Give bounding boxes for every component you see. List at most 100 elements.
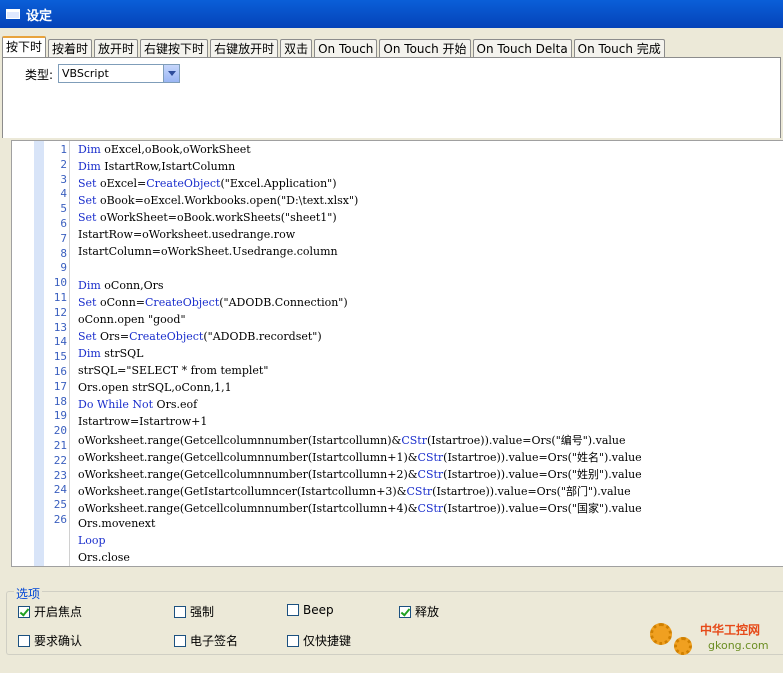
- tab-on-touch-complete[interactable]: On Touch 完成: [573, 39, 665, 57]
- code-line[interactable]: Set oBook=oExcel.Workbooks.open("D:\text…: [78, 194, 358, 207]
- editor-fold-margin: [34, 141, 44, 566]
- line-number: 26: [53, 513, 67, 526]
- watermark-site: gkong.com: [708, 639, 769, 652]
- code-line[interactable]: IstartColumn=oWorkSheet.Usedrange.column: [78, 245, 338, 258]
- code-line[interactable]: Set Ors=CreateObject("ADODB.recordset"): [78, 330, 322, 343]
- code-line[interactable]: Loop: [78, 534, 106, 547]
- tab-release[interactable]: 放开时: [94, 39, 139, 57]
- options-title: 选项: [14, 585, 43, 602]
- line-number: 18: [53, 394, 67, 408]
- checkbox-focus[interactable]: 开启焦点: [18, 603, 82, 620]
- checkbox-force[interactable]: 强制: [174, 603, 214, 620]
- type-select[interactable]: VBScript: [58, 64, 180, 83]
- line-number: 19: [53, 409, 67, 423]
- tab-panel: 类型: VBScript: [2, 57, 781, 138]
- checkbox-focus-box[interactable]: [18, 605, 30, 618]
- checkbox-force-box[interactable]: [174, 605, 186, 618]
- line-number: 1: [60, 143, 67, 156]
- tab-on-touch-delta[interactable]: On Touch Delta: [472, 39, 572, 57]
- line-number: 7: [60, 231, 67, 245]
- code-line[interactable]: Istartrow=Istartrow+1: [78, 415, 207, 428]
- checkbox-confirm[interactable]: 要求确认: [18, 632, 82, 649]
- line-number: 3: [60, 172, 67, 186]
- tab-hold[interactable]: 按着时: [48, 39, 93, 57]
- line-number: 20: [53, 424, 67, 438]
- checkbox-beep-box[interactable]: [287, 604, 299, 616]
- code-line[interactable]: Dim strSQL: [78, 347, 143, 360]
- code-line[interactable]: Ors.open strSQL,oConn,1,1: [78, 381, 232, 394]
- tab-on-touch-start[interactable]: On Touch 开始: [379, 39, 471, 57]
- line-number: 12: [53, 305, 67, 319]
- checkbox-force-label: 强制: [190, 605, 215, 619]
- code-line[interactable]: strSQL="SELECT * from templet": [78, 364, 268, 377]
- line-number: 24: [53, 483, 67, 497]
- checkbox-beep[interactable]: Beep: [287, 603, 334, 617]
- editor-margin: [12, 141, 34, 566]
- script-editor[interactable]: 1 Dim oExcel,oBook,oWorkSheet 2 Dim IstartR…: [11, 140, 783, 567]
- tab-right-release[interactable]: 右键放开时: [210, 39, 279, 57]
- line-number: 11: [53, 291, 67, 304]
- checkbox-esign[interactable]: 电子签名: [174, 632, 238, 649]
- code-line[interactable]: Ors.movenext: [78, 517, 155, 530]
- chevron-down-icon[interactable]: [163, 65, 179, 82]
- tab-right-press[interactable]: 右键按下时: [140, 39, 209, 57]
- line-number: 6: [60, 217, 67, 230]
- line-number: 15: [53, 350, 67, 364]
- checkbox-release[interactable]: 释放: [399, 603, 439, 620]
- line-number: 22: [53, 453, 67, 467]
- gear-icon: [650, 623, 672, 645]
- checkbox-beep-label: Beep: [303, 603, 334, 617]
- code-line[interactable]: Set oWorkSheet=oBook.workSheets("sheet1"…: [78, 211, 337, 224]
- code-line[interactable]: oWorksheet.range(Getcellcolumnnumber(Ist…: [78, 432, 625, 448]
- watermark-name: 中华工控网: [700, 623, 761, 637]
- type-select-value: VBScript: [62, 67, 109, 80]
- line-number: 4: [60, 187, 67, 201]
- code-line[interactable]: IstartRow=oWorksheet.usedrange.row: [78, 228, 295, 241]
- checkbox-shortcut-only-label: 仅快捷键: [303, 634, 352, 648]
- checkbox-esign-box[interactable]: [174, 634, 186, 647]
- line-number: 8: [60, 246, 67, 260]
- tab-on-touch[interactable]: On Touch: [314, 39, 378, 57]
- line-number: 17: [53, 379, 67, 393]
- code-line[interactable]: Set oExcel=CreateObject("Excel.Applicati…: [78, 177, 337, 190]
- code-line[interactable]: Do While Not Ors.eof: [78, 398, 197, 411]
- watermark-logo: 中华工控网 gkong.com: [648, 617, 783, 665]
- code-line[interactable]: oWorksheet.range(Getcellcolumnnumber(Ist…: [78, 466, 642, 482]
- window-icon: [6, 9, 20, 19]
- checkbox-confirm-box[interactable]: [18, 634, 30, 647]
- code-line[interactable]: Dim oExcel,oBook,oWorkSheet: [78, 143, 251, 156]
- tab-press[interactable]: 按下时: [2, 36, 47, 57]
- line-number: 16: [53, 365, 67, 378]
- window-title: 设定: [26, 8, 53, 24]
- line-number: 14: [53, 335, 67, 349]
- checkbox-release-label: 释放: [415, 605, 440, 619]
- line-number: 25: [53, 498, 67, 512]
- line-number: 5: [60, 202, 67, 216]
- code-line[interactable]: oConn.open "good": [78, 313, 186, 326]
- tab-double-click[interactable]: 双击: [280, 39, 313, 57]
- line-number: 10: [53, 276, 67, 290]
- type-label: 类型:: [25, 68, 54, 82]
- title-bar: 设定: [0, 0, 783, 28]
- code-line[interactable]: Ors.close: [78, 551, 130, 564]
- code-line[interactable]: oWorksheet.range(Getcellcolumnnumber(Ist…: [78, 449, 642, 465]
- editor-separator: [69, 141, 70, 566]
- code-line[interactable]: oWorksheet.range(Getcellcolumnnumber(Ist…: [78, 500, 642, 516]
- checkbox-release-box[interactable]: [399, 605, 411, 618]
- gear-small-icon: [674, 637, 692, 655]
- checkbox-esign-label: 电子签名: [190, 634, 239, 648]
- line-number: 2: [60, 157, 67, 171]
- line-number: 13: [53, 320, 67, 334]
- line-number: 9: [60, 261, 67, 275]
- code-line[interactable]: oWorksheet.range(GetIstartcollumncer(Ist…: [78, 483, 631, 499]
- checkbox-confirm-label: 要求确认: [34, 634, 83, 648]
- line-number: 21: [53, 439, 67, 452]
- code-line[interactable]: Dim IstartRow,IstartColumn: [78, 160, 235, 173]
- checkbox-shortcut-only[interactable]: 仅快捷键: [287, 632, 351, 649]
- checkbox-focus-label: 开启焦点: [34, 605, 83, 619]
- tab-strip: 按下时 按着时 放开时 右键按下时 右键放开时 双击 On Touch On T…: [0, 36, 667, 57]
- checkbox-shortcut-only-box[interactable]: [287, 634, 299, 647]
- code-line[interactable]: Dim oConn,Ors: [78, 279, 164, 292]
- line-number: 23: [53, 468, 67, 482]
- code-line[interactable]: Set oConn=CreateObject("ADODB.Connection…: [78, 296, 348, 309]
